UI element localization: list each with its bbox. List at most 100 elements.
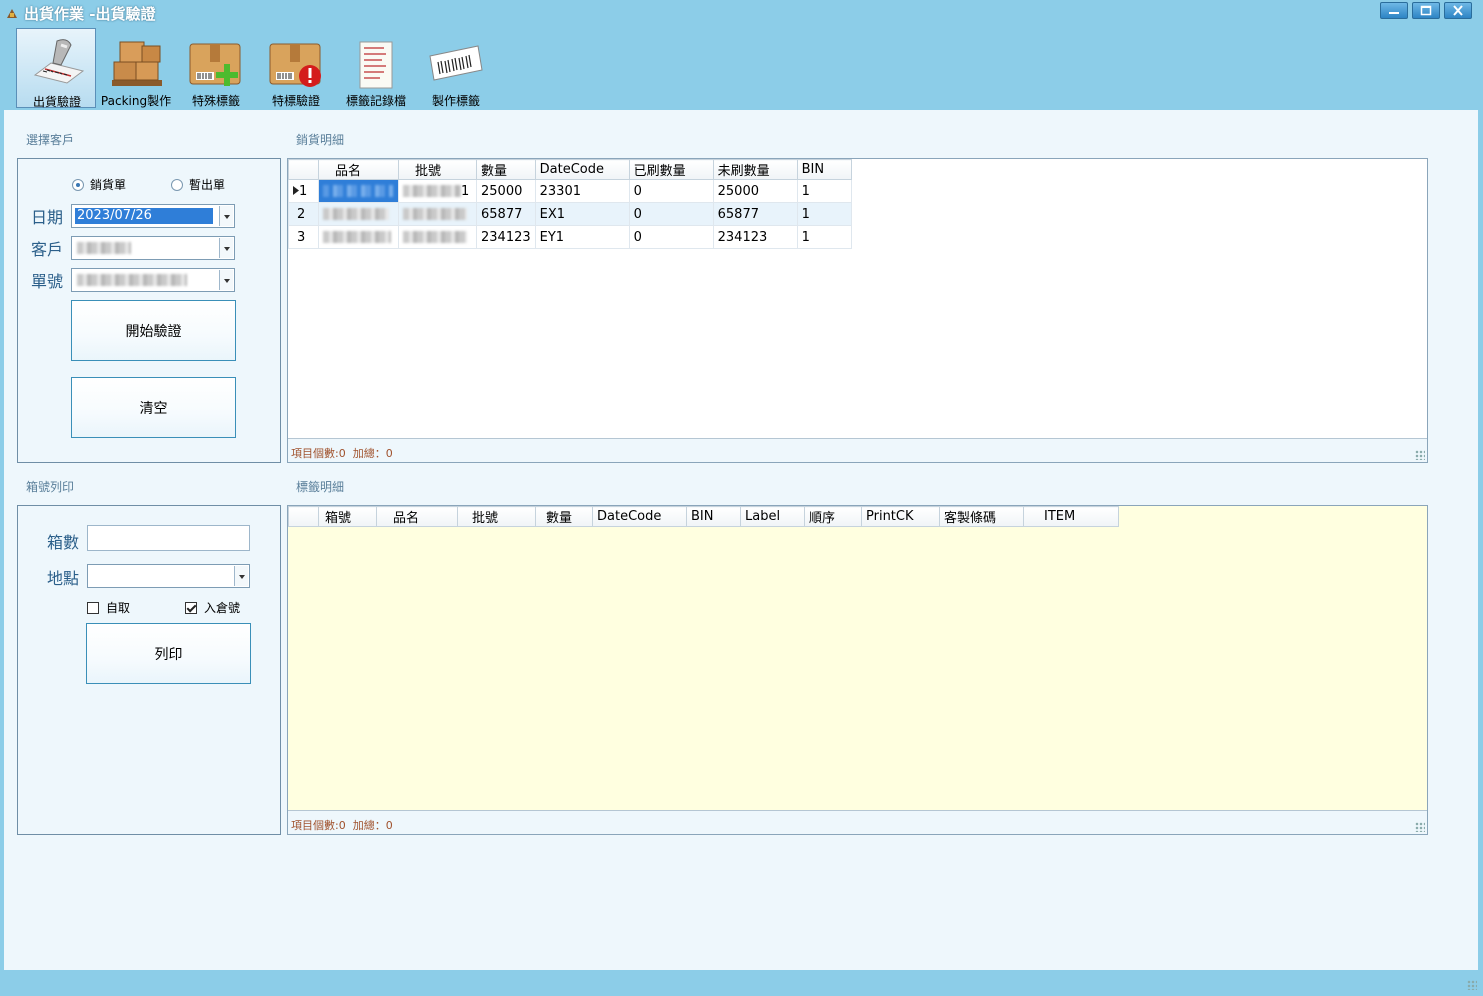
cell-scanned[interactable]: 0 — [628, 179, 714, 203]
order-no-value-redacted — [75, 272, 189, 288]
maximize-button[interactable] — [1412, 2, 1440, 19]
column-header[interactable]: 已刷數量 — [628, 159, 714, 180]
column-header[interactable]: 批號 — [457, 506, 536, 527]
location-label: 地點 — [47, 569, 80, 588]
column-header[interactable]: 數量 — [476, 159, 536, 180]
resize-grip-icon[interactable] — [1415, 822, 1425, 832]
chevron-down-icon[interactable] — [234, 566, 248, 586]
cell-lot-redacted[interactable]: 1 — [398, 179, 477, 203]
toolbar-ship-verify[interactable]: 出貨驗證 — [16, 28, 96, 109]
label-detail-table: 箱號 品名 批號 數量 DateCode BIN Label 順序 PrintC… — [288, 506, 1119, 527]
order-no-label: 單號 — [31, 272, 64, 291]
cell-unscanned[interactable]: 65877 — [712, 202, 798, 226]
cell-datecode[interactable]: EX1 — [534, 202, 630, 226]
cell-bin[interactable]: 1 — [796, 179, 852, 203]
column-header[interactable]: 箱號 — [318, 506, 377, 527]
location-select[interactable] — [87, 564, 250, 588]
column-header[interactable]: DateCode — [592, 506, 687, 527]
clear-button[interactable]: 清空 — [71, 377, 236, 438]
radio-dot — [171, 178, 183, 191]
sales-detail-table: 品名 批號 數量 DateCode 已刷數量 未刷數量 BIN 1 1 2500… — [288, 159, 852, 249]
window-title: 出貨作業 -出貨驗證 — [24, 5, 156, 23]
toolbar-label: 特標驗證 — [271, 94, 320, 108]
column-header[interactable]: 批號 — [398, 159, 477, 180]
start-verify-button[interactable]: 開始驗證 — [71, 300, 236, 361]
column-header[interactable]: 品名 — [376, 506, 458, 527]
warehouse-no-checkbox[interactable]: 入倉號 — [185, 599, 240, 616]
cell-qty[interactable]: 65877 — [476, 202, 536, 226]
toolbar-packing[interactable]: Packing製作 — [96, 28, 176, 108]
table-row[interactable]: 2 65877 EX1 0 65877 1 — [288, 202, 852, 226]
row-header[interactable]: 3 — [288, 225, 319, 249]
radio-temp-order[interactable]: 暫出單 — [171, 176, 225, 193]
column-header[interactable]: ITEM — [1023, 506, 1119, 527]
minimize-button[interactable] — [1380, 2, 1408, 19]
self-pickup-label: 自取 — [106, 601, 131, 615]
column-header[interactable]: DateCode — [534, 159, 630, 180]
cell-lot-redacted[interactable] — [398, 202, 477, 226]
customer-label: 客戶 — [31, 240, 64, 259]
cell-unscanned[interactable]: 234123 — [712, 225, 798, 249]
cell-datecode[interactable]: 23301 — [534, 179, 630, 203]
box-count-label: 箱數 — [47, 533, 80, 552]
column-header[interactable]: 客製條碼 — [939, 506, 1024, 527]
radio-temp-label: 暫出單 — [189, 178, 226, 192]
column-header[interactable]: 數量 — [535, 506, 593, 527]
chevron-down-icon[interactable] — [219, 238, 233, 258]
radio-sales-order[interactable]: 銷貨單 — [72, 176, 126, 193]
cell-scanned[interactable]: 0 — [628, 225, 714, 249]
customer-select[interactable] — [71, 236, 235, 260]
sales-detail-title: 銷貨明細 — [296, 133, 345, 147]
status-bar — [0, 970, 1483, 996]
window-resize-grip-icon[interactable] — [1467, 980, 1477, 990]
cell-datecode[interactable]: EY1 — [534, 225, 630, 249]
self-pickup-checkbox[interactable]: 自取 — [87, 599, 130, 616]
cell-product-redacted[interactable] — [318, 179, 399, 203]
toolbar-special-verify[interactable]: 特標驗證 — [256, 28, 336, 108]
column-header[interactable]: BIN — [796, 159, 852, 180]
table-header-row: 品名 批號 數量 DateCode 已刷數量 未刷數量 BIN — [288, 159, 852, 180]
cell-lot-redacted[interactable] — [398, 225, 477, 249]
cell-bin[interactable]: 1 — [796, 225, 852, 249]
column-header[interactable]: BIN — [686, 506, 741, 527]
row-header-corner — [288, 506, 319, 527]
label-log-icon — [359, 41, 393, 89]
row-header[interactable]: 2 — [288, 202, 319, 226]
cell-unscanned[interactable]: 25000 — [712, 179, 798, 203]
column-header[interactable]: PrintCK — [861, 506, 940, 527]
chevron-down-icon[interactable] — [219, 206, 233, 226]
cell-scanned[interactable]: 0 — [628, 202, 714, 226]
cell-qty[interactable]: 234123 — [476, 225, 536, 249]
toolbar-label: Packing製作 — [100, 94, 172, 108]
close-button[interactable] — [1444, 2, 1472, 19]
table-row[interactable]: 3 234123 EY1 0 234123 1 — [288, 225, 852, 249]
column-header[interactable]: 品名 — [318, 159, 399, 180]
barcode-label-icon — [429, 45, 483, 81]
toolbar-make-label[interactable]: 製作標籤 — [416, 28, 496, 108]
cell-bin[interactable]: 1 — [796, 202, 852, 226]
sales-detail-grid[interactable]: 品名 批號 數量 DateCode 已刷數量 未刷數量 BIN 1 1 2500… — [287, 158, 1428, 463]
column-header[interactable]: 未刷數量 — [712, 159, 798, 180]
table-row[interactable]: 1 1 25000 23301 0 25000 1 — [288, 179, 852, 203]
toolbar-label-log[interactable]: 標籤記錄檔 — [336, 28, 416, 108]
toolbar-label: 標籤記錄檔 — [345, 94, 406, 108]
column-header[interactable]: 順序 — [804, 506, 862, 527]
toolbar-label: 特殊標籤 — [191, 94, 240, 108]
row-header[interactable]: 1 — [288, 179, 319, 203]
cell-lot-suffix: 1 — [461, 183, 470, 199]
chevron-down-icon[interactable] — [219, 270, 233, 290]
cell-product-redacted[interactable] — [318, 225, 399, 249]
column-header[interactable]: Label — [740, 506, 805, 527]
toolbar-special-label[interactable]: 特殊標籤 — [176, 28, 256, 108]
cell-qty[interactable]: 25000 — [476, 179, 536, 203]
resize-grip-icon[interactable] — [1415, 450, 1425, 460]
box-count-input[interactable] — [87, 525, 250, 551]
order-no-select[interactable] — [71, 268, 235, 292]
title-bar: 出貨作業 -出貨驗證 — [0, 0, 1483, 26]
box-print-group-title: 箱號列印 — [26, 480, 75, 494]
cell-product-redacted[interactable] — [318, 202, 399, 226]
print-button[interactable]: 列印 — [86, 623, 251, 684]
date-picker[interactable]: 2023/07/26 — [71, 204, 235, 228]
box-add-icon — [189, 43, 241, 86]
label-detail-grid[interactable]: 箱號 品名 批號 數量 DateCode BIN Label 順序 PrintC… — [287, 505, 1428, 835]
